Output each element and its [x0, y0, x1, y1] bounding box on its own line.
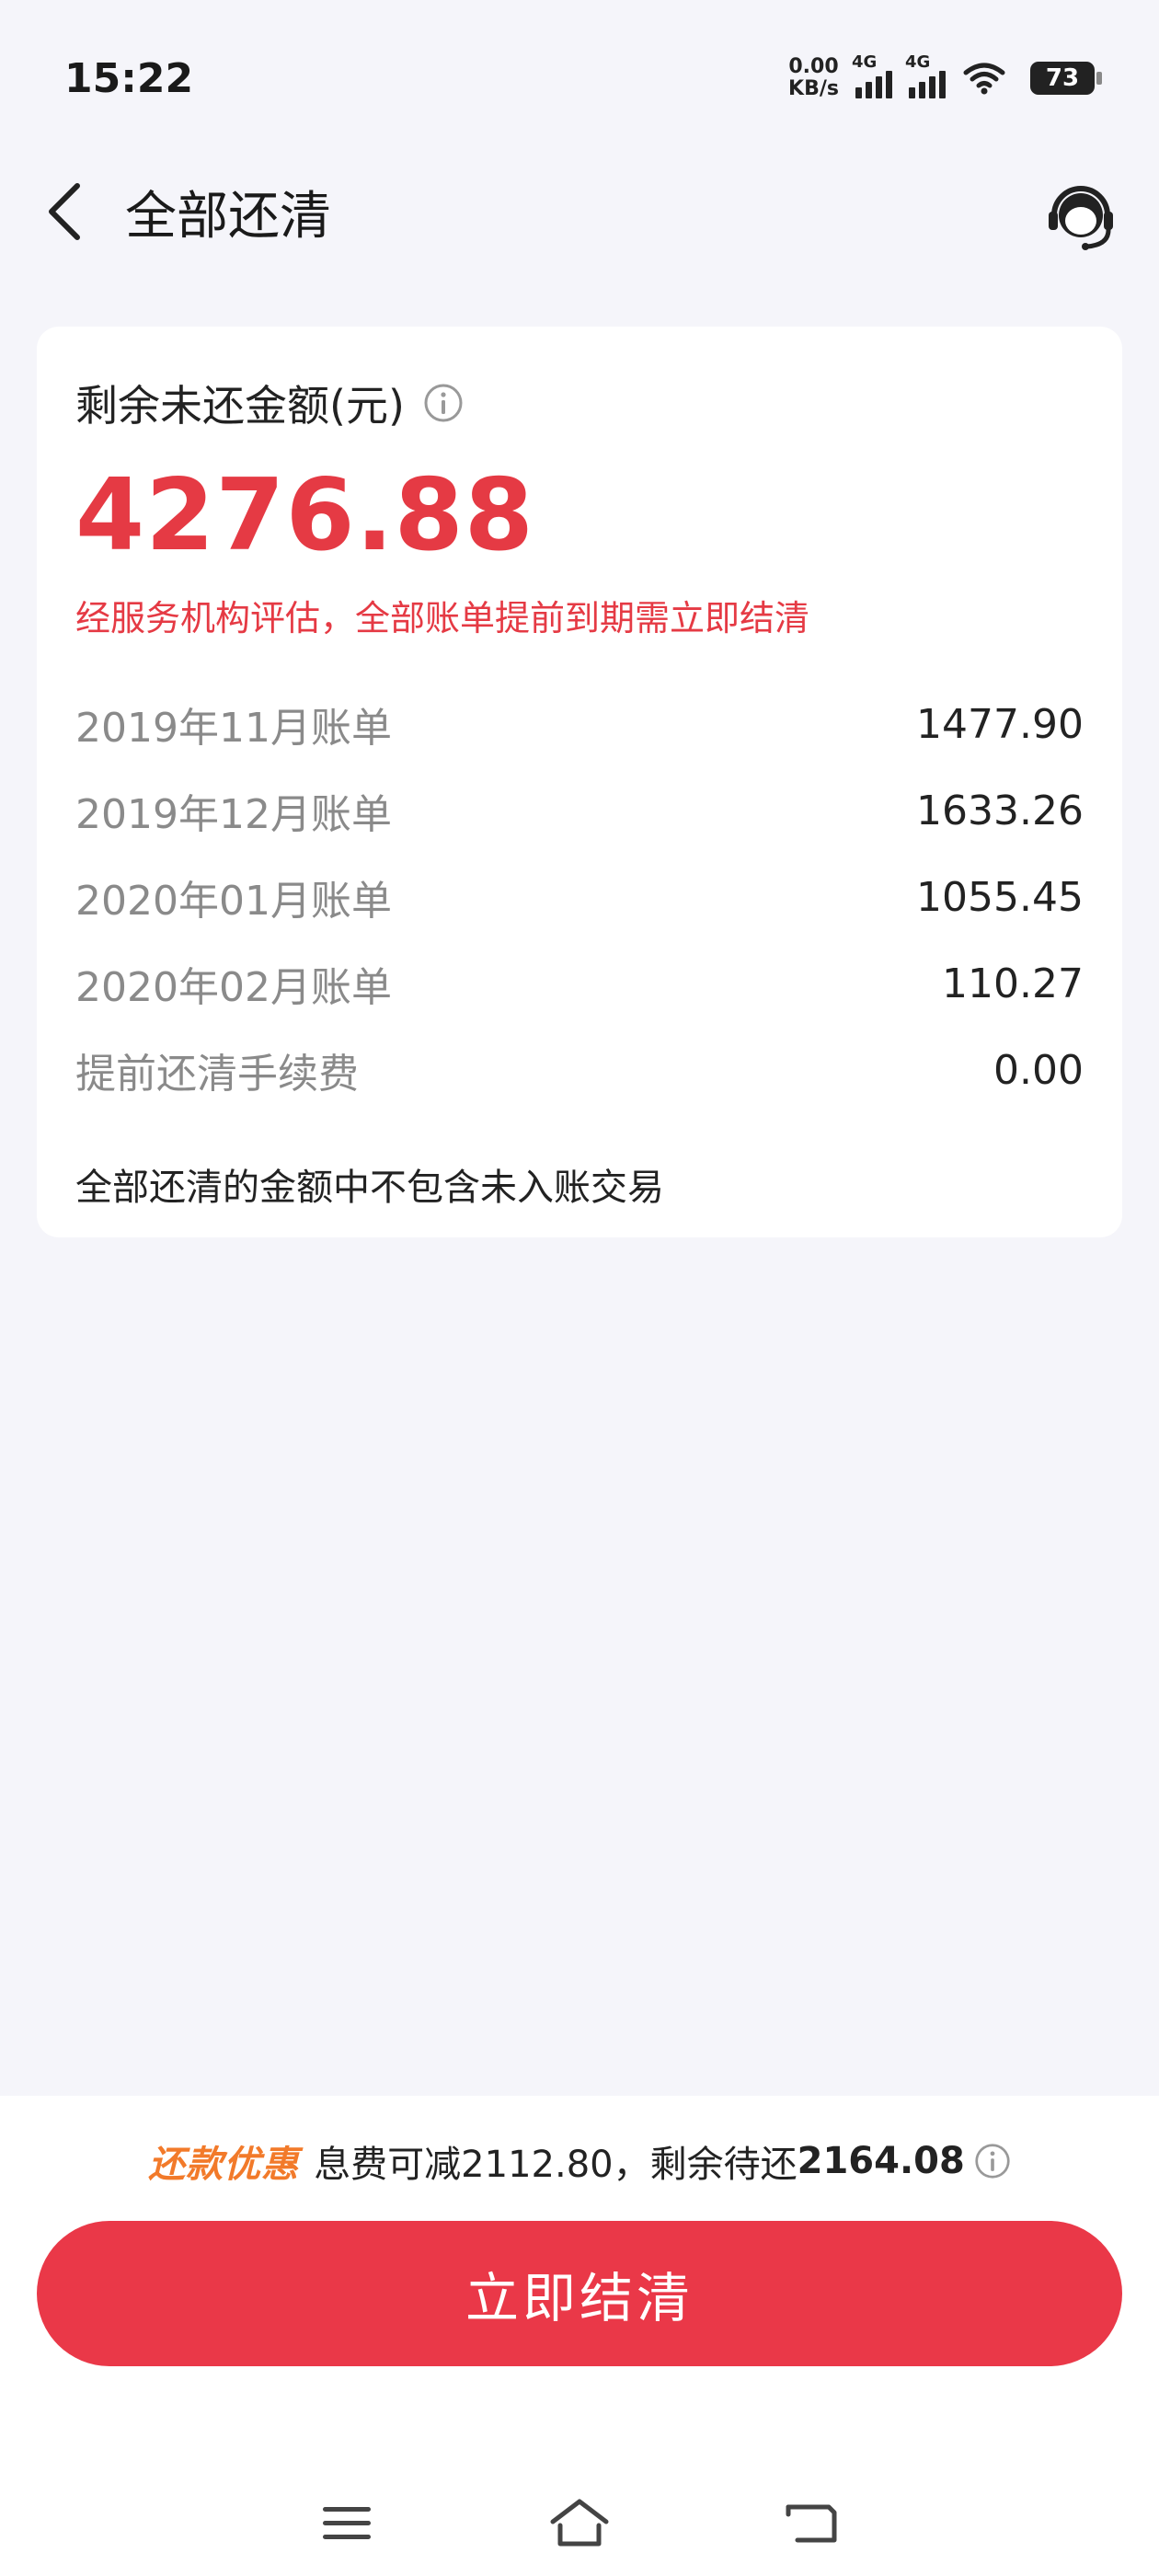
status-time: 15:22: [64, 54, 194, 102]
home-icon[interactable]: [543, 2487, 616, 2560]
system-navigation-bar: [0, 2482, 1159, 2565]
bill-value: 1633.26: [916, 787, 1084, 834]
bill-row: 2019年12月账单 1633.26: [75, 767, 1084, 854]
bill-row: 2020年02月账单 110.27: [75, 940, 1084, 1027]
bill-value: 1055.45: [916, 873, 1084, 921]
chevron-left-icon: [49, 183, 80, 240]
settle-now-button[interactable]: 立即结清: [37, 2221, 1122, 2366]
status-icons: 0.00 KB/s 4G 4G 73: [788, 52, 1102, 100]
bill-list: 2019年11月账单 1477.90 2019年12月账单 1633.26 20…: [75, 681, 1084, 1113]
repayment-summary-card: 剩余未还金额(元) 4276.88 经服务机构评估，全部账单提前到期需立即结清 …: [37, 327, 1122, 1237]
battery-icon: 73: [1030, 62, 1102, 95]
signal-label: 4G: [852, 52, 878, 72]
back-gesture-icon[interactable]: [775, 2487, 849, 2560]
bill-name: 2019年11月账单: [75, 705, 392, 752]
signal-icon: 4G: [905, 52, 946, 98]
info-icon[interactable]: [974, 2143, 1011, 2179]
remaining-amount-label: 剩余未还金额(元): [75, 381, 405, 431]
battery-level: 73: [1045, 64, 1080, 92]
bill-name: 2019年12月账单: [75, 791, 392, 838]
bill-value: 0.00: [993, 1046, 1084, 1094]
bill-row: 2019年11月账单 1477.90: [75, 681, 1084, 767]
remaining-amount: 4276.88: [75, 458, 534, 573]
bill-row: 2020年01月账单 1055.45: [75, 854, 1084, 940]
bill-value: 110.27: [942, 960, 1084, 1007]
menu-icon[interactable]: [310, 2487, 384, 2560]
bill-name: 提前还清手续费: [75, 1051, 359, 1098]
customer-service-button[interactable]: [1039, 173, 1122, 256]
network-speed: 0.00 KB/s: [788, 56, 839, 100]
bill-value: 1477.90: [916, 700, 1084, 748]
network-speed-unit: KB/s: [788, 77, 839, 100]
bottom-panel: 还款优惠 息费可减2112.80，剩余待还 2164.08 立即结清: [0, 2096, 1159, 2576]
bill-name: 2020年01月账单: [75, 878, 392, 925]
back-button[interactable]: [37, 175, 92, 248]
headset-icon: [1049, 186, 1113, 250]
exclusion-note: 全部还清的金额中不包含未入账交易: [75, 1167, 664, 1209]
bill-row: 提前还清手续费 0.00: [75, 1027, 1084, 1113]
remaining-amount-label-row: 剩余未还金额(元): [75, 373, 1084, 433]
network-speed-value: 0.00: [788, 55, 839, 78]
promo-amount: 2164.08: [797, 2140, 965, 2182]
promo-tag: 还款优惠: [148, 2144, 300, 2186]
signal-icon: 4G: [852, 52, 892, 98]
status-bar: 15:22 0.00 KB/s 4G 4G 73: [0, 0, 1159, 156]
accelerated-due-warning: 经服务机构评估，全部账单提前到期需立即结清: [75, 598, 810, 638]
nav-bar: 全部还清: [0, 156, 1159, 267]
promo-text: 息费可减2112.80，剩余待还: [314, 2144, 798, 2186]
info-icon[interactable]: [423, 383, 464, 423]
wifi-icon: [963, 63, 1005, 95]
promo-row: 还款优惠 息费可减2112.80，剩余待还 2164.08: [0, 2134, 1159, 2188]
signal-label: 4G: [905, 52, 931, 72]
bill-name: 2020年02月账单: [75, 964, 392, 1011]
page-title: 全部还清: [125, 186, 331, 247]
